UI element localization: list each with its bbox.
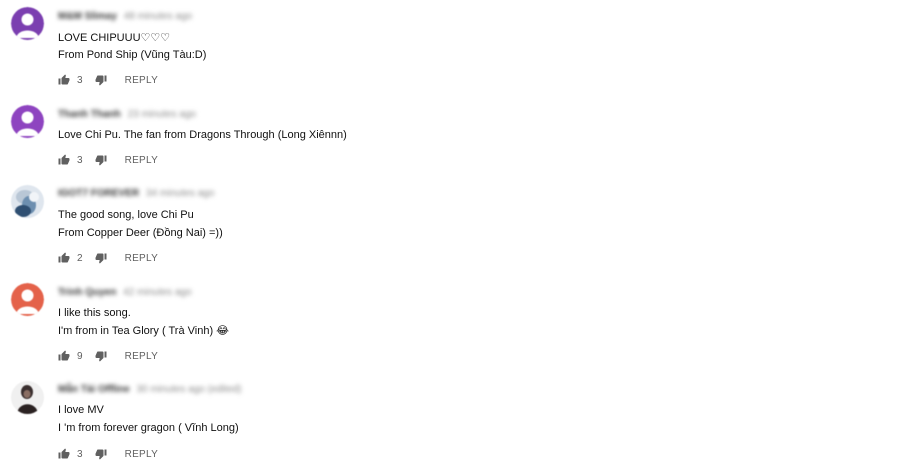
thumbs-down-icon[interactable]: [95, 154, 107, 166]
like-count: 3: [77, 74, 83, 86]
comment-text-line: The good song, love Chi Pu: [58, 209, 194, 221]
thumbs-up-icon[interactable]: [58, 154, 70, 166]
avatar-photo-icon: [11, 185, 44, 218]
like-count: 3: [77, 448, 83, 460]
comment-author[interactable]: Trinh Quyen: [58, 287, 116, 298]
reply-button[interactable]: REPLY: [125, 75, 159, 86]
comment-time[interactable]: 42 minutes ago: [123, 287, 191, 298]
thumbs-up-icon[interactable]: [58, 448, 70, 460]
reply-button[interactable]: REPLY: [125, 155, 159, 166]
comment-text-line: I love MV: [58, 404, 104, 416]
comment-text-line: Love Chi Pu. The fan from Dragons Throug…: [58, 129, 347, 141]
comment-header: Thanh Thanh 23 minutes ago: [58, 109, 196, 120]
thumbs-down-icon[interactable]: [95, 448, 107, 460]
comment-text-line: I 'm from forever gragon ( Vĩnh Long): [58, 422, 239, 434]
reply-button[interactable]: REPLY: [125, 449, 159, 460]
thumbs-down-icon[interactable]: [95, 74, 107, 86]
like-count: 2: [77, 252, 83, 264]
avatar-person-icon: [11, 105, 44, 138]
comment-header: M&M Slimay 48 minutes ago: [58, 11, 192, 22]
comment-time[interactable]: 48 minutes ago: [124, 11, 192, 22]
comment-header: IGOT7 FOREVER 34 minutes ago: [58, 188, 214, 199]
comment-text-line: I'm from in Tea Glory ( Trà Vinh) 😂: [58, 325, 230, 337]
comment-author[interactable]: Thanh Thanh: [58, 109, 121, 120]
comment-text-line: I like this song.: [58, 307, 131, 319]
comment-time[interactable]: 30 minutes ago (edited): [136, 384, 241, 395]
avatar[interactable]: [11, 381, 44, 414]
thumbs-up-icon[interactable]: [58, 350, 70, 362]
avatar-photo-icon: [11, 381, 44, 414]
comment-author[interactable]: M&M Slimay: [58, 11, 117, 22]
comment-actions: 3 REPLY: [58, 447, 158, 461]
thumbs-up-icon[interactable]: [58, 252, 70, 264]
avatar[interactable]: [11, 185, 44, 218]
comment-header: Mẫn Tài Offline 30 minutes ago (edited): [58, 384, 242, 395]
avatar-person-icon: [11, 7, 44, 40]
thumbs-up-icon[interactable]: [58, 74, 70, 86]
comment-actions: 9 REPLY: [58, 349, 158, 363]
comment-author[interactable]: Mẫn Tài Offline: [58, 384, 130, 395]
thumbs-down-icon[interactable]: [95, 350, 107, 362]
comment-text-line: From Copper Deer (Đồng Nai) =)): [58, 227, 223, 239]
reply-button[interactable]: REPLY: [125, 253, 159, 264]
comment-time[interactable]: 23 minutes ago: [128, 109, 196, 120]
reply-button[interactable]: REPLY: [125, 351, 159, 362]
avatar[interactable]: [11, 105, 44, 138]
comment-actions: 3 REPLY: [58, 153, 158, 167]
like-count: 3: [77, 154, 83, 166]
avatar-person-icon: [11, 283, 44, 316]
comment-author[interactable]: IGOT7 FOREVER: [58, 188, 139, 199]
thumbs-down-icon[interactable]: [95, 252, 107, 264]
comment-time[interactable]: 34 minutes ago: [146, 188, 214, 199]
comment-text-line: From Pond Ship (Vũng Tàu:D): [58, 49, 207, 61]
like-count: 9: [77, 350, 83, 362]
comment-actions: 2 REPLY: [58, 251, 158, 265]
comment-text-line: LOVE CHIPUUU♡♡♡: [58, 32, 171, 44]
avatar[interactable]: [11, 283, 44, 316]
comment-actions: 3 REPLY: [58, 73, 158, 87]
avatar[interactable]: [11, 7, 44, 40]
comment-header: Trinh Quyen 42 minutes ago: [58, 287, 192, 298]
